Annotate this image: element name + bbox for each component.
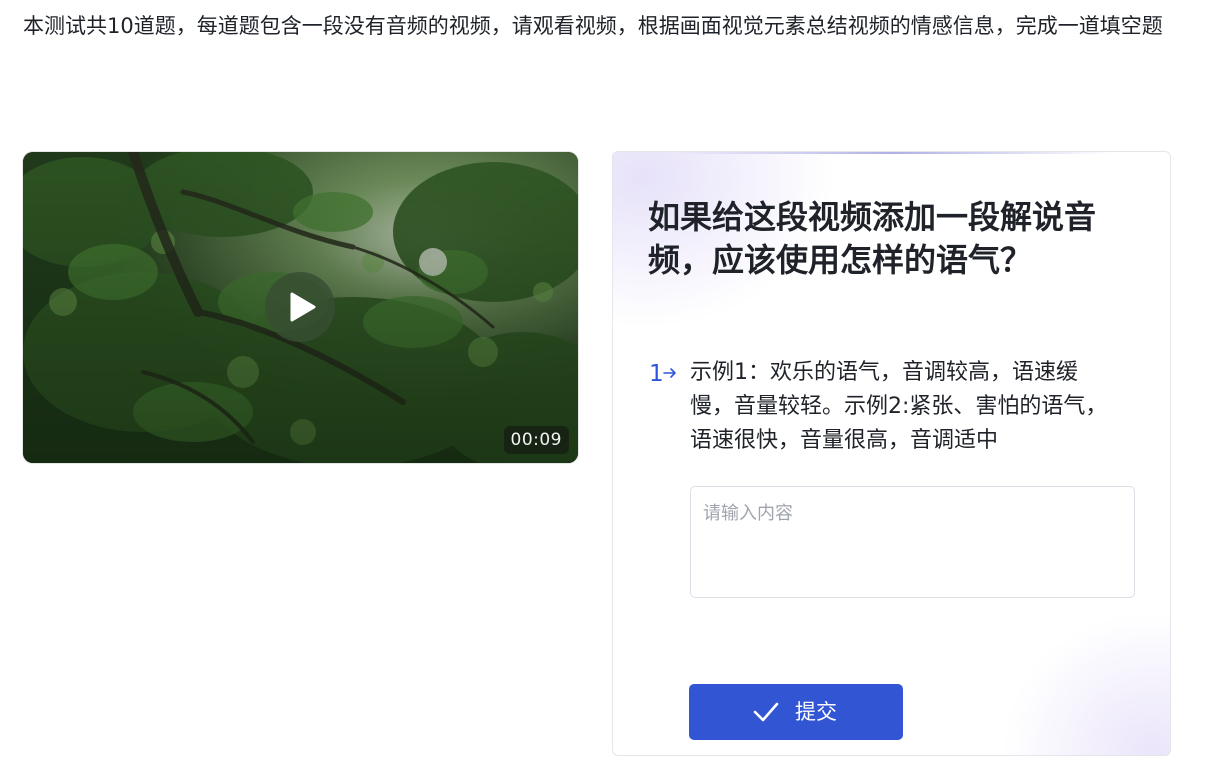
- question-card: 如果给这段视频添加一段解说音频，应该使用怎样的语气？ 1 示例1：欢乐的语气，音…: [612, 151, 1171, 756]
- question-prompt: 示例1：欢乐的语气，音调较高，语速缓慢，音量较轻。示例2:紧张、害怕的语气，语速…: [690, 360, 1108, 453]
- play-button[interactable]: [265, 272, 335, 342]
- video-duration: 00:09: [503, 426, 569, 454]
- play-icon: [290, 292, 316, 322]
- submit-button[interactable]: 提交: [689, 684, 903, 740]
- check-icon: [753, 702, 779, 722]
- answer-input[interactable]: [690, 486, 1135, 598]
- instructions-text: 本测试共10道题，每道题包含一段没有音频的视频，请观看视频，根据画面视觉元素总结…: [23, 14, 1163, 38]
- video-player[interactable]: 00:09: [23, 152, 578, 463]
- card-top-accent: [673, 152, 1113, 154]
- arrow-right-icon: [663, 368, 676, 378]
- submit-label: 提交: [795, 700, 837, 724]
- question-number: 1: [649, 361, 664, 387]
- question-title: 如果给这段视频添加一段解说音频，应该使用怎样的语气？: [648, 198, 1097, 279]
